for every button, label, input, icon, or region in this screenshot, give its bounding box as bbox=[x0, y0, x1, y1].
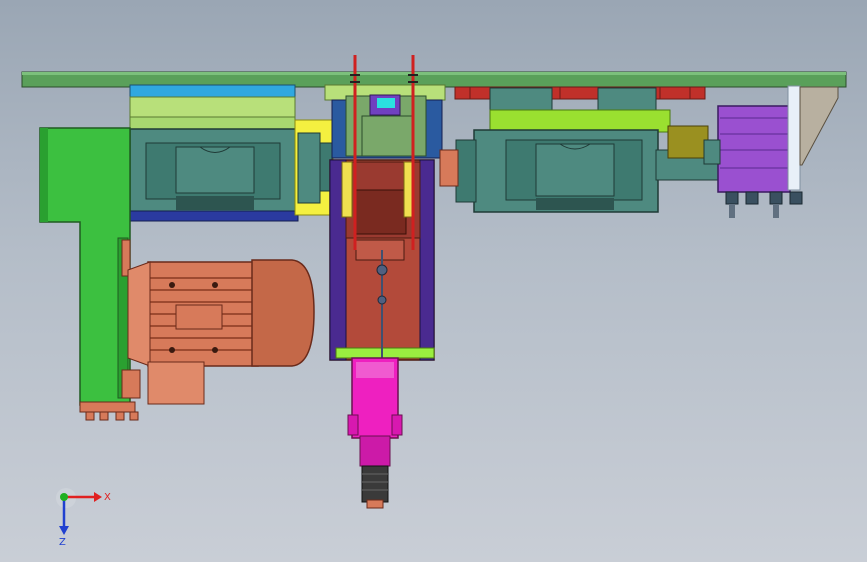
cad-viewport[interactable]: X Z bbox=[0, 0, 867, 562]
axis-triad: X Z bbox=[56, 488, 111, 548]
drive-motor bbox=[127, 259, 315, 405]
left-spindle-assembly bbox=[129, 84, 334, 222]
y-axis-dot bbox=[60, 493, 68, 501]
purple-cylinder-block bbox=[703, 85, 839, 218]
z-axis-head bbox=[59, 526, 69, 535]
central-vertical-slide bbox=[324, 84, 446, 361]
right-spindle-assembly bbox=[439, 109, 721, 213]
x-axis-label: X bbox=[104, 492, 111, 503]
magenta-cylinder bbox=[347, 357, 403, 509]
green-l-bracket bbox=[39, 127, 141, 421]
z-axis-label: Z bbox=[59, 537, 66, 548]
x-axis-head bbox=[94, 492, 102, 502]
assembly-drawing[interactable]: X Z bbox=[0, 0, 867, 562]
